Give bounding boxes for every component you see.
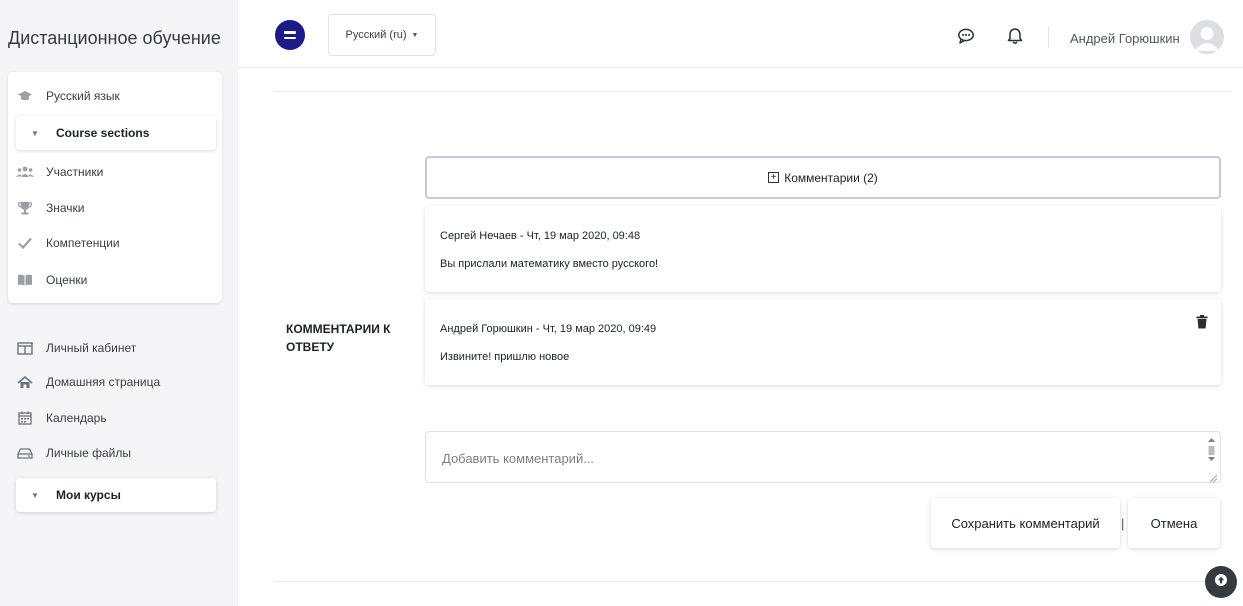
course-sections-label: Course sections (56, 126, 150, 140)
home-icon (16, 375, 34, 389)
nav-item-badges[interactable]: Значки (16, 193, 85, 223)
comment-meta: Андрей Горюшкин - Чт, 19 мар 2020, 09:49 (440, 323, 656, 335)
nav-item-home[interactable]: Домашняя страница (16, 367, 160, 397)
nav-item-label: Календарь (46, 411, 107, 425)
calendar-icon (16, 411, 34, 425)
top-navbar: Русский (ru) ▼ Андрей Горюшкин (238, 0, 1243, 68)
comments-toggle[interactable]: + Комментарии (2) (425, 156, 1221, 199)
user-avatar[interactable] (1190, 20, 1224, 54)
caret-down-icon: ▼ (31, 490, 39, 500)
expand-plus-icon: + (768, 172, 780, 183)
nav-item-label: Личные файлы (46, 446, 131, 460)
nav-item-competencies[interactable]: Компетенции (16, 228, 120, 258)
user-name[interactable]: Андрей Горюшкин (1070, 31, 1180, 46)
site-name[interactable]: Дистанционное обучение (8, 28, 221, 49)
my-courses-label: Мои курсы (56, 488, 121, 502)
comment-dash: - (519, 230, 527, 242)
comment-item: Сергей Нечаев - Чт, 19 мар 2020, 09:48 В… (425, 206, 1221, 292)
comments-field-label: Комментарии к ответу (286, 322, 391, 354)
nav-item-private-files[interactable]: Личные файлы (16, 438, 131, 468)
textarea-scrollbar[interactable] (1207, 435, 1216, 475)
comment-author[interactable]: Сергей Нечаев (440, 230, 517, 242)
comment-date: Чт, 19 мар 2020, 09:48 (526, 230, 641, 242)
nav-drawer: Дистанционное обучение Русский язык ▼ Co… (0, 0, 238, 606)
nav-item-dashboard[interactable]: Личный кабинет (16, 333, 136, 363)
messages-icon[interactable] (957, 27, 975, 45)
nav-item-label: Компетенции (46, 236, 120, 250)
nav-item-label: Личный кабинет (46, 341, 137, 355)
book-icon (16, 273, 34, 287)
back-to-top-button[interactable] (1205, 566, 1237, 598)
dashboard-icon (16, 341, 34, 355)
content-divider-top (274, 91, 1231, 92)
course-sections-toggle[interactable]: ▼ Course sections (16, 116, 216, 150)
graduation-cap-icon (16, 89, 34, 103)
comment-text: Извините! пришлю новое (440, 351, 570, 363)
caret-down-icon: ▼ (31, 128, 39, 138)
comment-text: Вы прислали математику вместо русского! (440, 258, 659, 270)
nav-item-course[interactable]: Русский язык (16, 81, 120, 111)
users-icon (16, 165, 34, 179)
nav-item-label: Оценки (46, 273, 88, 287)
check-icon (16, 236, 34, 250)
trash-icon[interactable] (1196, 315, 1208, 329)
comment-author[interactable]: Андрей Горюшкин (440, 323, 533, 335)
save-comment-button[interactable]: Сохранить комментарий (931, 498, 1120, 548)
content-divider-bottom (274, 581, 1231, 582)
nav-item-grades[interactable]: Оценки (16, 265, 87, 295)
caret-down-icon: ▼ (411, 31, 419, 39)
nav-item-label: Русский язык (46, 89, 120, 103)
cancel-button[interactable]: Отмена (1128, 498, 1220, 548)
comment-meta: Сергей Нечаев - Чт, 19 мар 2020, 09:48 (440, 230, 640, 242)
notifications-icon[interactable] (1006, 27, 1024, 45)
nav-item-participants[interactable]: Участники (16, 157, 103, 187)
arrow-up-icon (1214, 573, 1228, 592)
nav-item-calendar[interactable]: Календарь (16, 403, 107, 433)
logo-icon[interactable] (275, 20, 305, 50)
language-menu[interactable]: Русский (ru) ▼ (328, 14, 436, 56)
comment-placeholder: Добавить комментарий... (442, 451, 595, 466)
nav-item-label: Домашняя страница (46, 375, 161, 389)
comment-item: Андрей Горюшкин - Чт, 19 мар 2020, 09:49… (425, 299, 1221, 385)
nav-item-label: Участники (46, 165, 104, 179)
trophy-icon (16, 201, 34, 215)
navbar-divider (1048, 26, 1049, 48)
comment-dash: - (535, 323, 543, 335)
my-courses-toggle[interactable]: ▼ Мои курсы (16, 478, 216, 512)
add-comment-textarea[interactable]: Добавить комментарий... (425, 431, 1221, 483)
comment-date: Чт, 19 мар 2020, 09:49 (542, 323, 657, 335)
drive-icon (16, 446, 34, 460)
nav-item-label: Значки (46, 201, 85, 215)
language-label: Русский (ru) (345, 29, 407, 41)
resize-grip-icon[interactable] (1208, 470, 1218, 483)
comments-toggle-label: Комментарии (2) (784, 170, 878, 185)
button-separator: | (1121, 516, 1125, 531)
